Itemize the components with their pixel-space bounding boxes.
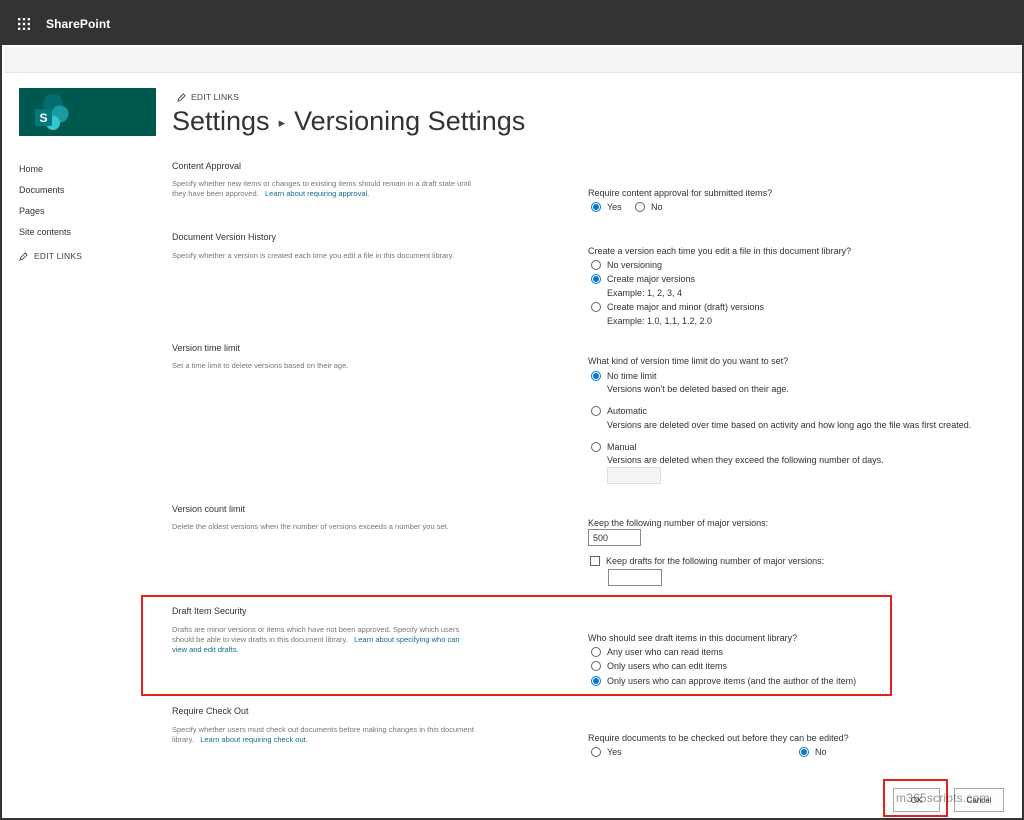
major-versions-example: Example: 1, 2, 3, 4	[607, 288, 683, 298]
time-limit-question: What kind of version time limit do you w…	[588, 356, 789, 366]
version-history-question: Create a version each time you edit a fi…	[588, 246, 852, 256]
keep-drafts-checkbox[interactable]	[590, 556, 600, 566]
breadcrumb-current-page: Versioning Settings	[294, 106, 526, 136]
learn-approval-link[interactable]: Learn about requiring approval.	[265, 189, 369, 198]
no-time-limit-label: No time limit	[607, 371, 657, 381]
check-out-question: Require documents to be checked out befo…	[588, 733, 849, 743]
major-versions-radio[interactable]	[591, 274, 601, 284]
sharepoint-logo-icon: S	[35, 94, 69, 130]
version-history-description: Specify whether a version is created eac…	[172, 251, 455, 260]
major-versions-count-input[interactable]: 500	[588, 529, 641, 546]
major-versions-label: Create major versions	[607, 274, 696, 284]
svg-text:S: S	[39, 111, 47, 125]
major-minor-versions-radio[interactable]	[591, 302, 601, 312]
major-minor-versions-option[interactable]: Create major and minor (draft) versions	[591, 302, 764, 312]
app-launcher-button[interactable]	[2, 2, 46, 45]
nav-item-site-contents[interactable]: Site contents	[19, 225, 82, 246]
count-limit-title: Version count limit	[172, 504, 246, 514]
waffle-icon	[18, 17, 30, 30]
nav-item-home[interactable]: Home	[19, 162, 82, 183]
manual-radio[interactable]	[591, 442, 601, 452]
no-time-limit-radio[interactable]	[591, 371, 601, 381]
time-limit-description: Set a time limit to delete versions base…	[172, 361, 349, 370]
pencil-icon	[177, 92, 186, 102]
keep-drafts-label: Keep drafts for the following number of …	[606, 556, 825, 566]
approval-yes-option[interactable]: Yes	[591, 202, 622, 212]
check-out-yes-label: Yes	[607, 747, 622, 757]
content-approval-description: Specify whether new items or changes to …	[172, 179, 502, 199]
manual-option[interactable]: Manual	[591, 442, 637, 452]
nav-edit-links[interactable]: EDIT LINKS	[19, 251, 82, 261]
app-name-link[interactable]: SharePoint	[46, 17, 110, 31]
count-limit-description: Delete the oldest versions when the numb…	[172, 522, 449, 531]
check-out-no-option[interactable]: No	[799, 747, 827, 757]
approval-no-label: No	[651, 202, 663, 212]
check-out-desc-line1: Specify whether users must check out doc…	[172, 725, 474, 734]
approval-no-option[interactable]: No	[635, 202, 663, 212]
approval-yes-label: Yes	[607, 202, 622, 212]
check-out-no-label: No	[815, 747, 827, 757]
automatic-label: Automatic	[607, 406, 648, 416]
nav-edit-links-label: EDIT LINKS	[34, 251, 83, 261]
major-versions-option[interactable]: Create major versions	[591, 274, 695, 284]
manual-days-input[interactable]	[607, 467, 661, 484]
no-time-limit-description: Versions won't be deleted based on their…	[607, 384, 789, 394]
approval-no-radio[interactable]	[635, 202, 645, 212]
no-time-limit-option[interactable]: No time limit	[591, 371, 657, 381]
site-logo[interactable]: S	[19, 88, 156, 136]
manual-label: Manual	[607, 442, 637, 452]
ok-button-highlight	[883, 779, 948, 817]
breadcrumb-separator-icon: ▸	[278, 114, 286, 130]
content-approval-title: Content Approval	[172, 161, 242, 171]
no-versioning-radio[interactable]	[591, 260, 601, 270]
content-approval-question: Require content approval for submitted i…	[588, 188, 773, 198]
suite-bar: SharePoint	[2, 2, 1022, 45]
no-versioning-label: No versioning	[607, 260, 663, 270]
check-out-title: Require Check Out	[172, 706, 249, 716]
major-minor-versions-example: Example: 1.0, 1.1, 1.2, 2.0	[607, 316, 713, 326]
pencil-icon	[19, 251, 28, 261]
ribbon-bar	[4, 47, 1022, 73]
manual-description: Versions are deleted when they exceed th…	[607, 455, 884, 465]
automatic-description: Versions are deleted over time based on …	[607, 420, 972, 430]
draft-security-highlight	[141, 595, 892, 696]
breadcrumb-settings-link[interactable]: Settings	[172, 106, 270, 137]
check-out-yes-option[interactable]: Yes	[591, 747, 622, 757]
time-limit-title: Version time limit	[172, 343, 241, 353]
check-out-no-radio[interactable]	[799, 747, 809, 757]
major-minor-versions-label: Create major and minor (draft) versions	[607, 302, 765, 312]
page-title: Settings ▸ Versioning Settings	[172, 106, 525, 137]
automatic-radio[interactable]	[591, 406, 601, 416]
drafts-count-input[interactable]	[608, 569, 662, 586]
approval-yes-radio[interactable]	[591, 202, 601, 212]
automatic-option[interactable]: Automatic	[591, 406, 647, 416]
nav-item-pages[interactable]: Pages	[19, 204, 82, 225]
top-edit-links-label: EDIT LINKS	[191, 92, 240, 102]
version-history-title: Document Version History	[172, 232, 277, 242]
check-out-yes-radio[interactable]	[591, 747, 601, 757]
learn-check-out-link[interactable]: Learn about requiring check out.	[200, 735, 308, 744]
cancel-button[interactable]: Cancel	[954, 788, 1004, 812]
count-limit-question: Keep the following number of major versi…	[588, 518, 769, 528]
content-approval-desc-line1: Specify whether new items or changes to …	[172, 179, 471, 188]
check-out-desc-line2: library.	[172, 735, 194, 744]
check-out-description: Specify whether users must check out doc…	[172, 725, 502, 745]
window-frame: SharePoint S EDIT LINKS Settings ▸ Versi…	[0, 0, 1024, 820]
nav-item-documents[interactable]: Documents	[19, 183, 82, 204]
keep-drafts-option[interactable]: Keep drafts for the following number of …	[590, 556, 824, 566]
content-approval-desc-line2: they have been approved.	[172, 189, 259, 198]
left-navigation: Home Documents Pages Site contents EDIT …	[19, 162, 82, 261]
top-edit-links[interactable]: EDIT LINKS	[177, 92, 239, 102]
no-versioning-option[interactable]: No versioning	[591, 260, 662, 270]
